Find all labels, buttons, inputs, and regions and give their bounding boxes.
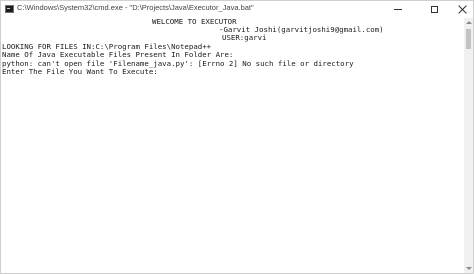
cmd-window: C:\Windows\System32\cmd.exe - "D:\Projec… [0,0,474,274]
vertical-scrollbar[interactable] [464,18,473,273]
input-prompt: Enter The File You Want To Execute: [2,67,158,76]
close-icon [458,5,467,14]
maximize-icon [430,6,438,13]
cmd-icon [5,5,14,13]
title-bar[interactable]: C:\Windows\System32\cmd.exe - "D:\Projec… [1,1,473,18]
maximize-button[interactable] [419,1,449,18]
console-output[interactable]: WELCOME TO EXECUTOR -Garvit Joshi(garvit… [2,18,462,273]
scroll-up-arrow-icon[interactable] [464,18,473,27]
user-line: USER:garvi [222,33,267,42]
scroll-thumb[interactable] [466,29,471,49]
close-button[interactable] [447,1,474,18]
window-title: C:\Windows\System32\cmd.exe - "D:\Projec… [17,3,254,12]
files-header-line: Name Of Java Executable Files Present In… [2,50,234,59]
minimize-icon [394,9,402,10]
scroll-down-arrow-icon[interactable] [464,264,473,273]
minimize-button[interactable] [383,1,413,18]
